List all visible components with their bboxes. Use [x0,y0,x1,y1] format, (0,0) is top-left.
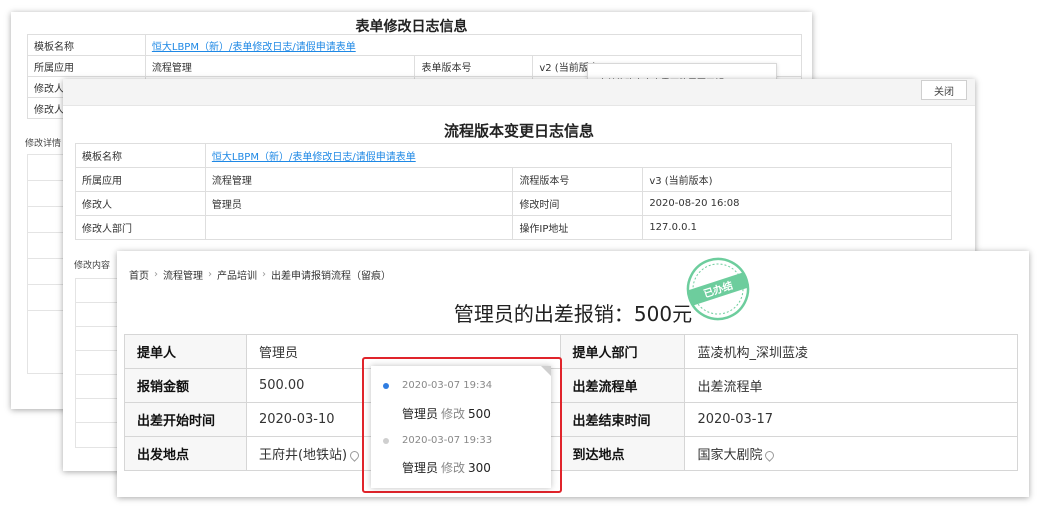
reimbursement-view: 首页 › 流程管理 › 产品培训 › 出差申请报销流程（留痕） 管理员的出差报销… [117,251,1029,497]
label-app: 所属应用 [75,167,206,192]
table-row: 模板名称 恒大LBPM（新）/表单修改日志/请假申请表单 [27,34,803,56]
timeline-dot-icon [383,383,389,389]
label-submitter-dept: 提单人部门 [559,334,686,369]
value-submitter-dept: 蓝凌机构_深圳蓝凌 [684,334,1018,369]
breadcrumb-process[interactable]: 流程管理 [163,267,203,282]
table-row: 提单人 管理员 提单人部门 蓝凌机构_深圳蓝凌 [124,334,1018,369]
value-app: 流程管理 [204,167,514,192]
table-row: 报销金额 500.00 出差流程单 出差流程单 [124,368,1018,403]
template-link[interactable]: 恒大LBPM（新）/表单修改日志/请假申请表单 [212,152,416,163]
template-link[interactable]: 恒大LBPM（新）/表单修改日志/请假申请表单 [152,42,356,53]
value-travel-form: 出差流程单 [684,368,1018,403]
value-ip: 127.0.0.1 [642,215,952,240]
history-action: 管理员 修改 300 [402,459,491,476]
label-template-name: 模板名称 [75,143,206,168]
process-log-table: 模板名称 恒大LBPM（新）/表单修改日志/请假申请表单 所属应用 流程管理 流… [75,143,953,240]
history-time: 2020-03-07 19:34 [402,380,493,391]
label-modify-time: 修改时间 [512,191,644,216]
label-modifier: 修改人 [75,191,206,216]
departure-text: 王府井(地铁站) [258,448,348,463]
label-amount: 报销金额 [124,368,247,403]
chevron-right-icon: › [208,269,212,280]
table-row: 修改人 管理员 修改时间 2020-08-20 16:08 [75,191,952,216]
label-template-name: 模板名称 [27,34,146,56]
history-user: 管理员 [402,407,439,421]
label-modifier-dept: 修改人部门 [75,215,206,240]
location-pin-icon[interactable] [763,449,777,462]
change-history-highlight: 2020-03-07 19:34 管理员 修改 500 2020-03-07 19:… [362,357,562,493]
table-row: 所属应用 流程管理 流程版本号 v3 (当前版本) [75,167,952,192]
label-app: 所属应用 [27,55,146,77]
value-arrival: 国家大剧院 [684,436,1018,471]
value-modifier: 管理员 [204,191,514,216]
breadcrumb-training[interactable]: 产品培训 [217,267,257,282]
location-pin-icon[interactable] [348,449,361,462]
arrival-text: 国家大剧院 [697,448,763,463]
detail-label: 修改内容 [74,261,111,271]
breadcrumb: 首页 › 流程管理 › 产品培训 › 出差申请报销流程（留痕） [129,267,391,282]
popup-corner [541,366,551,376]
label-travel-form: 出差流程单 [559,368,686,403]
label-arrival: 到达地点 [559,436,686,471]
history-value: 500 [468,407,491,421]
history-action: 管理员 修改 500 [402,405,491,422]
form-log-title: 表单修改日志信息 [355,19,468,35]
label-submitter: 提单人 [124,334,247,369]
process-log-title: 流程版本变更日志信息 [443,122,594,140]
page-title: 管理员的出差报销：500元 [453,302,693,326]
label-end-date: 出差结束时间 [559,402,686,437]
completed-stamp-icon: 已办结 [686,257,750,321]
value-modifier-dept [204,215,514,240]
value-modify-time: 2020-08-20 16:08 [642,191,952,216]
chevron-right-icon: › [262,269,266,280]
label-form-version: 表单版本号 [414,55,534,77]
detail-label: 修改详情 [25,139,62,149]
table-row: 出差开始时间 2020-03-10 出差结束时间 2020-03-17 [124,402,1018,437]
label-departure: 出发地点 [124,436,247,471]
table-row: 模板名称 恒大LBPM（新）/表单修改日志/请假申请表单 [75,143,953,168]
breadcrumb-current: 出差申请报销流程（留痕） [271,271,391,282]
change-history-popup: 2020-03-07 19:34 管理员 修改 500 2020-03-07 19:… [371,366,551,488]
breadcrumb-home[interactable]: 首页 [129,267,149,282]
value-process-version: v3 (当前版本) [642,167,952,192]
table-row: 修改人部门 操作IP地址 127.0.0.1 [75,215,952,240]
history-time: 2020-03-07 19:33 [402,435,493,446]
table-row: 出发地点 王府井(地铁站) 到达地点 国家大剧院 [124,436,1018,471]
chevron-right-icon: › [154,269,158,280]
history-verb: 修改 [441,461,466,475]
label-start-date: 出差开始时间 [124,402,247,437]
label-ip: 操作IP地址 [512,215,644,240]
history-value: 300 [468,461,491,475]
dialog-toolbar: 关闭 [63,79,975,106]
value-end-date: 2020-03-17 [684,402,1018,437]
timeline-dot-icon [383,438,389,444]
history-user: 管理员 [402,461,439,475]
history-verb: 修改 [441,407,466,421]
reimbursement-table: 提单人 管理员 提单人部门 蓝凌机构_深圳蓝凌 报销金额 500.00 出差流程… [124,334,1018,471]
label-process-version: 流程版本号 [512,167,644,192]
close-button[interactable]: 关闭 [921,80,967,100]
value-app: 流程管理 [144,55,416,77]
